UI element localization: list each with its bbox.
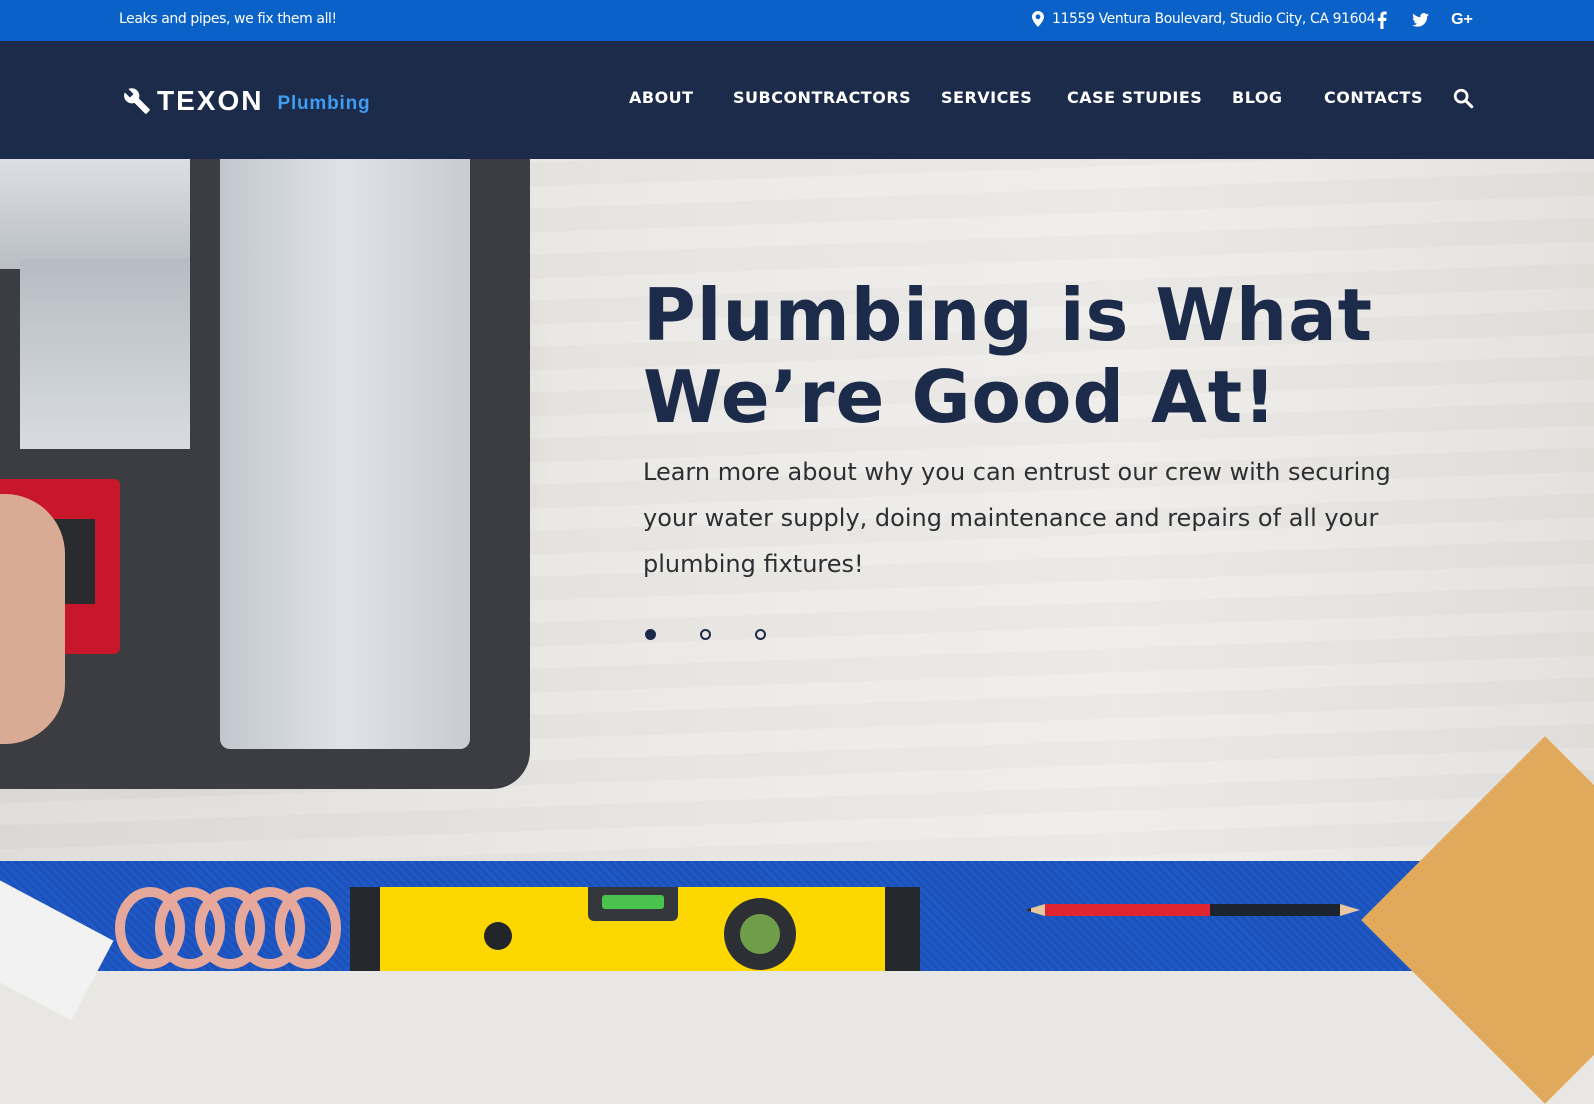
hero-text: Learn more about why you can entrust our… (643, 458, 1391, 578)
slider-dot-1[interactable] (645, 629, 656, 640)
nav-subcontractors[interactable]: SUBCONTRACTORS (733, 88, 911, 107)
slider-dot-3[interactable] (755, 629, 766, 640)
hand-image (0, 494, 65, 744)
nav-services[interactable]: SERVICES (941, 88, 1032, 107)
logo[interactable]: TEXON Plumbing (123, 85, 370, 117)
nav-contacts[interactable]: CONTACTS (1324, 88, 1423, 107)
address-text: 11559 Ventura Boulevard, Studio City, CA… (1052, 11, 1376, 27)
hero-slider: Plumbing is What We’re Good At! Learn mo… (0, 159, 1594, 971)
top-bar: Leaks and pipes, we fix them all! 11559 … (0, 0, 1594, 41)
twitter-icon[interactable] (1408, 9, 1432, 31)
wrench-icon (124, 88, 150, 114)
brand-sub: Plumbing (277, 93, 371, 114)
pencil-image (1025, 904, 1360, 916)
nav-case-studies[interactable]: CASE STUDIES (1067, 88, 1202, 107)
address: 11559 Ventura Boulevard, Studio City, CA… (1032, 11, 1376, 27)
facebook-icon[interactable] (1370, 9, 1394, 31)
nav-blog[interactable]: BLOG (1232, 88, 1283, 107)
washer-rings-image (115, 887, 341, 969)
slider-dot-2[interactable] (700, 629, 711, 640)
tagline: Leaks and pipes, we fix them all! (119, 11, 337, 27)
google-plus-icon[interactable]: G+ (1450, 9, 1474, 31)
hero-title: Plumbing is What We’re Good At! (643, 273, 1374, 439)
brand-name: TEXON (157, 85, 264, 116)
toolbox-image (0, 159, 530, 789)
location-pin-icon (1032, 11, 1044, 27)
search-icon[interactable] (1452, 87, 1474, 109)
nav-about[interactable]: ABOUT (629, 88, 694, 107)
main-navbar: TEXON Plumbing ABOUT SUBCONTRACTORS SERV… (0, 41, 1594, 159)
